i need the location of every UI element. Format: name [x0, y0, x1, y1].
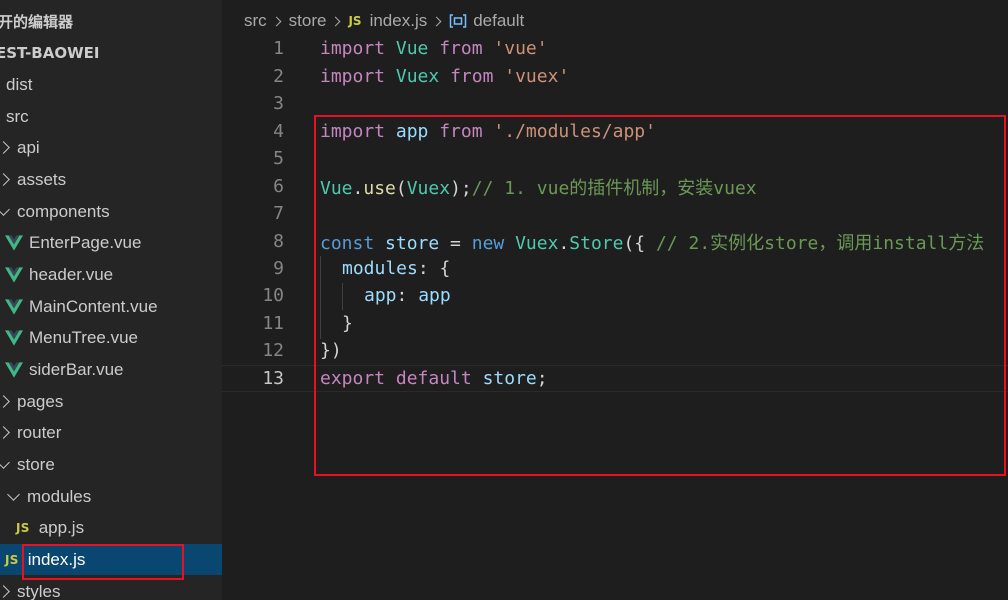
tree-item-maincontent-vue[interactable]: MainContent.vue — [0, 291, 222, 322]
breadcrumb-item-store[interactable]: store — [289, 11, 327, 31]
line-number: 11 — [262, 313, 284, 334]
tree-item-label: store — [17, 454, 55, 474]
tree-item-dist[interactable]: dist — [0, 69, 222, 100]
chevron-right-icon — [271, 16, 282, 26]
tree-item-label: siderBar.vue — [29, 359, 124, 379]
line-number: 13 — [262, 368, 284, 389]
project-title: EST-BAOWEI — [0, 43, 100, 62]
code-line-1[interactable]: 1 import Vue from 'vue' — [222, 35, 1008, 62]
code-text: import Vue from 'vue' — [320, 38, 548, 59]
vue-file-icon — [5, 329, 23, 346]
tree-item-label: api — [17, 137, 40, 157]
js-file-icon: JS — [5, 552, 19, 567]
highlight-box-code — [314, 115, 1006, 476]
tree-item-label: pages — [17, 391, 64, 411]
line-number: 6 — [273, 176, 284, 197]
tree-item-header-vue[interactable]: header.vue — [0, 259, 222, 290]
chevron-right-icon — [431, 16, 442, 26]
vue-file-icon — [5, 234, 23, 251]
vue-file-icon — [5, 298, 23, 315]
chevron-right-icon[interactable] — [0, 426, 10, 439]
project-header[interactable]: EST-BAOWEI — [0, 37, 218, 68]
code-text: import Vuex from 'vuex' — [320, 66, 570, 87]
tree-item-label: src — [6, 106, 29, 126]
vue-file-icon — [5, 266, 23, 283]
breadcrumb: src store JS index.js default — [244, 8, 524, 34]
chevron-down-icon[interactable] — [0, 455, 10, 469]
tree-item-src[interactable]: src — [0, 101, 222, 132]
chevron-right-icon[interactable] — [0, 141, 10, 154]
explorer-sidebar: 开的编辑器 EST-BAOWEI dist src api assets com… — [0, 0, 222, 600]
js-file-icon: JS — [16, 520, 30, 535]
vue-file-icon — [5, 361, 23, 378]
line-number: 5 — [273, 148, 284, 169]
tree-item-router[interactable]: router — [0, 417, 222, 448]
breadcrumb-item-symbol[interactable]: default — [473, 11, 524, 31]
symbol-variable-icon — [449, 14, 467, 28]
chevron-right-icon[interactable] — [0, 585, 10, 598]
tree-item-menutree-vue[interactable]: MenuTree.vue — [0, 322, 222, 353]
js-file-icon: JS — [348, 14, 362, 28]
tree-item-assets[interactable]: assets — [0, 164, 222, 195]
open-editors-header[interactable]: 开的编辑器 — [0, 6, 220, 37]
tree-item-label: router — [17, 422, 62, 442]
chevron-right-icon[interactable] — [0, 173, 10, 186]
tree-item-api[interactable]: api — [0, 132, 222, 163]
tree-item-label: MainContent.vue — [29, 296, 158, 316]
highlight-box-index-js — [22, 544, 184, 580]
tree-item-label: header.vue — [29, 264, 114, 284]
breadcrumb-item-src[interactable]: src — [244, 11, 267, 31]
line-number: 1 — [273, 38, 284, 59]
tree-item-label: EnterPage.vue — [29, 232, 142, 252]
tree-item-store[interactable]: store — [0, 449, 222, 480]
code-line-2[interactable]: 2 import Vuex from 'vuex' — [222, 63, 1008, 90]
line-number: 10 — [262, 285, 284, 306]
line-number: 12 — [262, 340, 284, 361]
tree-item-app-js[interactable]: JS app.js — [0, 512, 222, 543]
line-number: 8 — [273, 231, 284, 252]
tree-item-pages[interactable]: pages — [0, 386, 222, 417]
tree-item-label: styles — [17, 581, 61, 600]
tree-item-components[interactable]: components — [0, 196, 222, 227]
tree-item-enterpage-vue[interactable]: EnterPage.vue — [0, 227, 222, 258]
line-number: 4 — [273, 121, 284, 142]
tree-item-label: assets — [17, 169, 67, 189]
line-number: 9 — [273, 258, 284, 279]
tree-item-label: app.js — [38, 517, 85, 537]
line-number: 2 — [273, 66, 284, 87]
chevron-right-icon — [331, 16, 341, 26]
chevron-down-icon[interactable] — [7, 487, 20, 501]
tree-item-label: components — [17, 201, 110, 221]
code-line-3[interactable]: 3 — [222, 90, 1008, 117]
breadcrumb-item-file[interactable]: index.js — [370, 11, 428, 31]
chevron-down-icon[interactable] — [0, 202, 10, 216]
tree-item-label: dist — [6, 74, 33, 94]
tree-item-label: MenuTree.vue — [29, 327, 138, 347]
tree-item-siderbar-vue[interactable]: siderBar.vue — [0, 354, 222, 385]
line-number: 3 — [273, 93, 284, 114]
tree-item-label: modules — [27, 486, 92, 506]
chevron-right-icon[interactable] — [0, 395, 10, 408]
tree-item-modules[interactable]: modules — [0, 481, 222, 512]
line-number: 7 — [273, 203, 284, 224]
open-editors-title: 开的编辑器 — [0, 13, 74, 31]
